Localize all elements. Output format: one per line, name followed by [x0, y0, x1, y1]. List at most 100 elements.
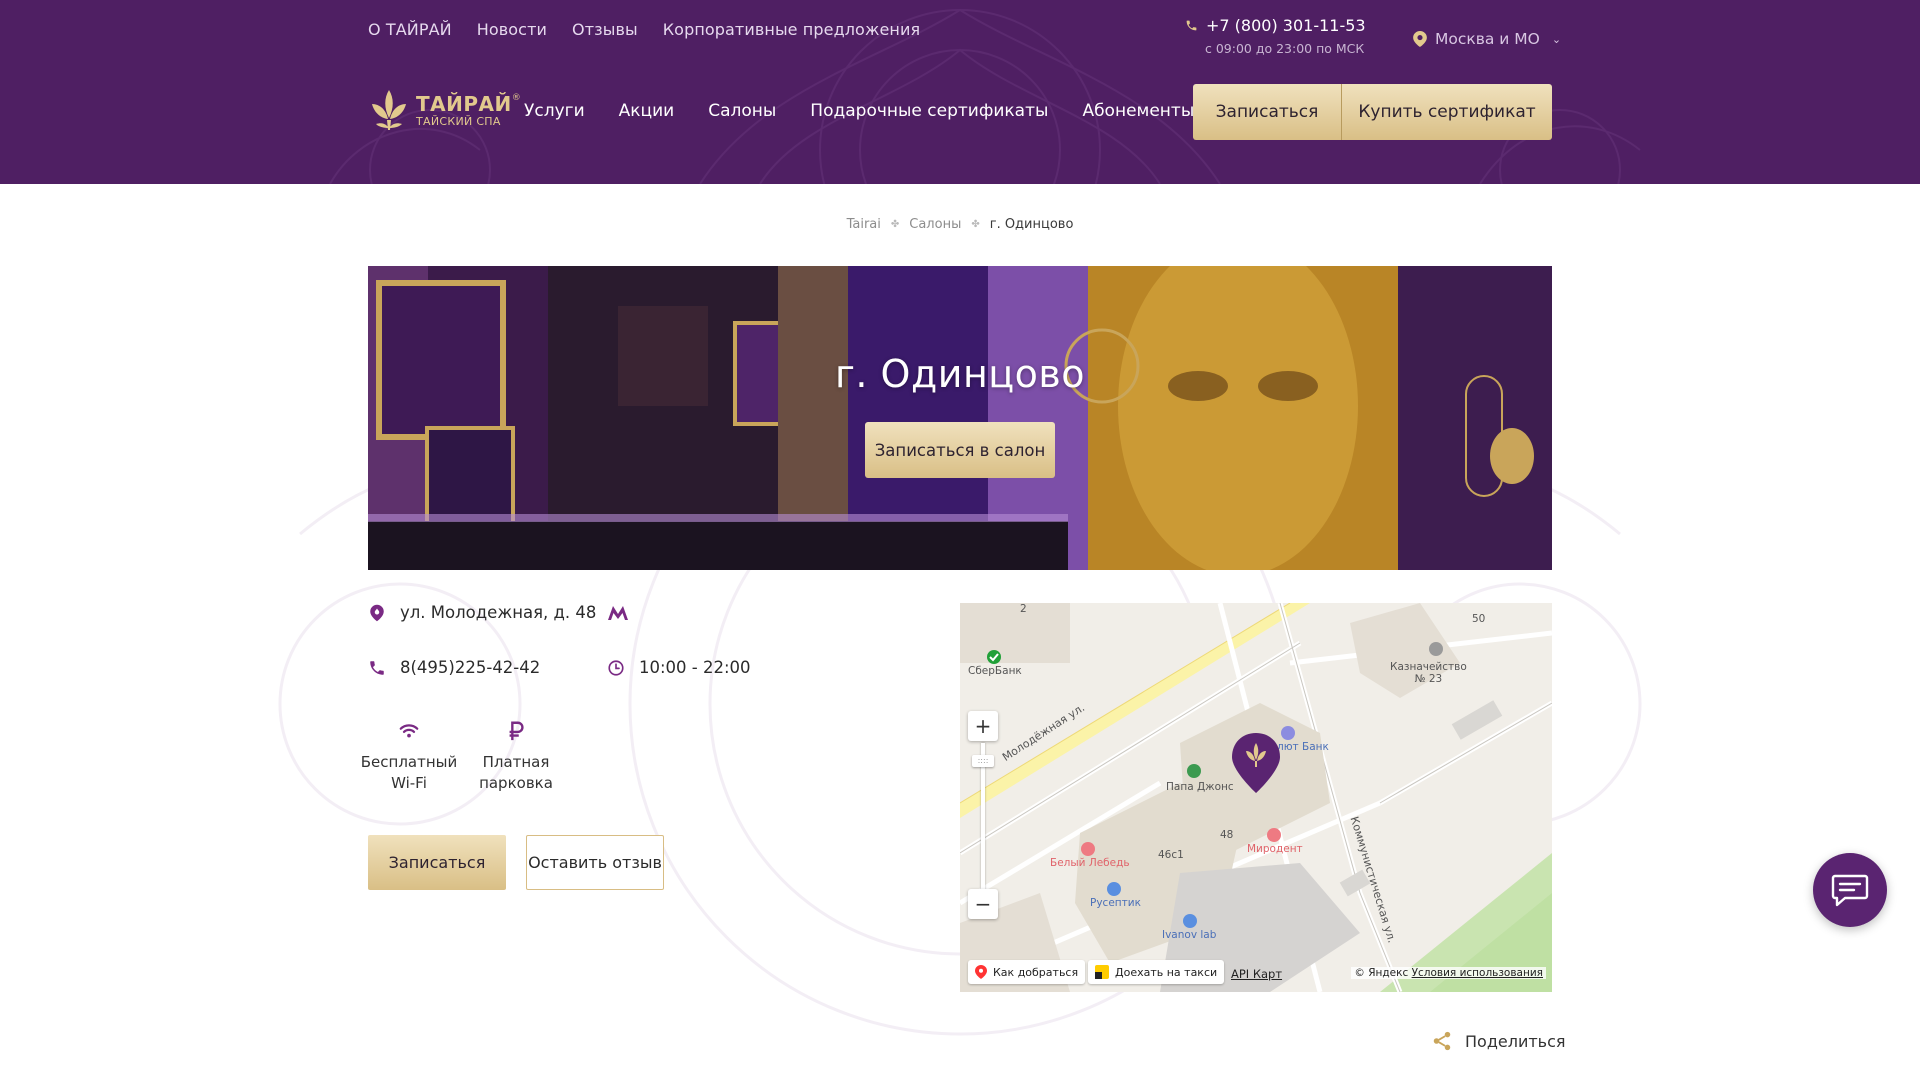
main-nav: Услуги Акции Салоны Подарочные сертифика…	[524, 101, 1194, 121]
map-copyright-text: © Яндекс	[1354, 967, 1409, 979]
restaurant-poi-icon	[1187, 764, 1201, 778]
route-pin-icon	[975, 965, 987, 979]
map-label-papa-johns: Папа Джонс	[1166, 781, 1234, 793]
nav-gift-certificates[interactable]: Подарочные сертификаты	[810, 101, 1048, 121]
city-label: Москва и МО	[1435, 30, 1540, 48]
beauty-poi-icon	[1081, 842, 1095, 856]
nav-promotions[interactable]: Акции	[619, 101, 675, 121]
lotus-logo-icon	[372, 90, 406, 130]
location-pin-icon	[370, 604, 384, 621]
logo-subtitle: ТАЙСКИЙ СПА	[416, 114, 501, 128]
map-label-house-2: 2	[1020, 603, 1027, 615]
chevron-down-icon: ⌄	[1551, 32, 1562, 46]
nav-services[interactable]: Услуги	[524, 101, 585, 121]
map-terms-link[interactable]: Условия использования	[1412, 967, 1543, 979]
map-label-house-48: 48	[1220, 829, 1234, 841]
header-phone-hours: с 09:00 до 23:00 по МСК	[1205, 41, 1365, 56]
share-icon	[1433, 1031, 1451, 1051]
header-contact: +7 (800) 301-11-53 с 09:00 до 23:00 по М…	[1185, 16, 1366, 56]
city-selector[interactable]: Москва и МО ⌄	[1413, 30, 1561, 48]
map-taxi-label: Доехать на такси	[1115, 965, 1218, 979]
map-label-white-swan: Белый Лебедь	[1050, 857, 1130, 869]
salon-address-text: ул. Молодежная, д. 48	[400, 603, 597, 622]
share-label: Поделиться	[1465, 1031, 1566, 1051]
map-route-button[interactable]: Как добраться	[968, 960, 1086, 984]
map-zoom-in-button[interactable]: +	[968, 711, 998, 741]
clock-icon	[608, 659, 624, 676]
header-phone-number[interactable]: +7 (800) 301-11-53	[1206, 16, 1366, 35]
header-book-button[interactable]: Записаться	[1193, 84, 1342, 140]
phone-icon	[1186, 20, 1197, 31]
salon-hours: 10:00 - 22:00	[607, 658, 751, 677]
map-route-label: Как добраться	[993, 965, 1079, 979]
salon-phone: 8(495)225-42-42	[368, 658, 540, 677]
share-button[interactable]: Поделиться	[1431, 1030, 1566, 1052]
ruble-icon	[509, 721, 524, 741]
breadcrumb-salons[interactable]: Салоны	[909, 217, 961, 232]
amenity-wifi-line1: Бесплатный	[360, 753, 458, 771]
car-service-poi-icon	[1183, 914, 1197, 928]
government-poi-icon	[1429, 642, 1443, 656]
map-label-house-50: 50	[1472, 613, 1486, 625]
sberbank-poi-icon	[987, 650, 1001, 664]
map-label-ivanov-lab: Ivanov lab	[1162, 929, 1217, 941]
amenity-parking-line1: Платная	[482, 753, 550, 771]
breadcrumb-home[interactable]: Tairai	[847, 217, 881, 232]
amenity-parking: Платная парковка	[466, 720, 566, 794]
map-label-treasury: Казначейство № 23	[1390, 661, 1467, 685]
map-zoom-handle[interactable]: ::::	[972, 755, 994, 767]
amenity-parking-line2: парковка	[479, 774, 553, 792]
book-button[interactable]: Записаться	[368, 835, 506, 890]
bank-poi-icon	[1281, 726, 1295, 740]
hero-title: г. Одинцово	[834, 352, 1086, 396]
hero-book-salon-button[interactable]: Записаться в салон	[865, 422, 1055, 478]
header-buy-certificate-button[interactable]: Купить сертификат	[1342, 84, 1552, 140]
map-api-link[interactable]: API Карт	[1231, 967, 1282, 981]
salon-photo	[368, 266, 1552, 570]
map-label-mirodent: Миродент	[1247, 843, 1303, 855]
salon-address: ул. Молодежная, д. 48	[368, 603, 596, 622]
logo[interactable]: ТАЙРАЙ® ТАЙСКИЙ СПА	[368, 88, 521, 132]
map-zoom-control: + :::: −	[968, 711, 998, 931]
taxi-icon	[1095, 965, 1109, 979]
phone-icon	[370, 660, 384, 675]
shop-poi-icon	[1107, 882, 1121, 896]
breadcrumb: Tairai ✤ Салоны ✤ г. Одинцово	[0, 217, 1920, 232]
logo-name: ТАЙРАЙ	[416, 91, 512, 116]
map-taxi-button[interactable]: Доехать на такси	[1088, 960, 1225, 984]
amenity-wifi-line2: Wi-Fi	[391, 774, 427, 792]
map-label-ruseptic: Русептик	[1090, 897, 1141, 909]
salon-map-pin-icon[interactable]	[1230, 731, 1282, 795]
map-label-bank: лют Банк	[1277, 741, 1329, 753]
location-pin-icon	[1413, 31, 1427, 47]
header-ornament	[329, 8, 1641, 184]
dentist-poi-icon	[1267, 828, 1281, 842]
chat-icon	[1831, 874, 1869, 907]
chat-widget-button[interactable]	[1813, 853, 1887, 927]
top-nav-news[interactable]: Новости	[477, 20, 547, 39]
nav-salons[interactable]: Салоны	[708, 101, 776, 121]
hero-banner: г. Одинцово Записаться в салон	[368, 266, 1552, 570]
map-zoom-out-button[interactable]: −	[968, 889, 998, 919]
top-nav-reviews[interactable]: Отзывы	[572, 20, 638, 39]
wifi-icon	[399, 724, 419, 738]
breadcrumb-separator-icon: ✤	[971, 219, 980, 230]
breadcrumb-current: г. Одинцово	[989, 217, 1074, 232]
salon-hours-text: 10:00 - 22:00	[639, 658, 751, 677]
breadcrumb-separator-icon: ✤	[890, 219, 900, 230]
nav-subscriptions[interactable]: Абонементы	[1082, 101, 1194, 121]
leave-review-button[interactable]: Оставить отзыв	[526, 835, 664, 890]
top-nav-corporate[interactable]: Корпоративные предложения	[663, 20, 920, 39]
salon-phone-text[interactable]: 8(495)225-42-42	[400, 658, 540, 677]
logo-registered: ®	[511, 92, 521, 103]
amenity-wifi: Бесплатный Wi-Fi	[359, 720, 459, 794]
top-nav-about[interactable]: О ТАЙРАЙ	[368, 20, 452, 39]
map-label-sberbank: СберБанк	[968, 665, 1022, 677]
top-nav: О ТАЙРАЙ Новости Отзывы Корпоративные пр…	[368, 20, 920, 39]
metro-icon	[608, 606, 628, 620]
map-label-house-46c1: 46с1	[1158, 849, 1184, 861]
header-cta-group: Записаться Купить сертификат	[1193, 84, 1552, 140]
yandex-map[interactable]: СберБанк 2 50 Казначейство № 23 лют Банк…	[960, 603, 1552, 992]
site-header: О ТАЙРАЙ Новости Отзывы Корпоративные пр…	[0, 0, 1920, 184]
map-copyright: © Яндекс Условия использования	[1351, 967, 1546, 979]
